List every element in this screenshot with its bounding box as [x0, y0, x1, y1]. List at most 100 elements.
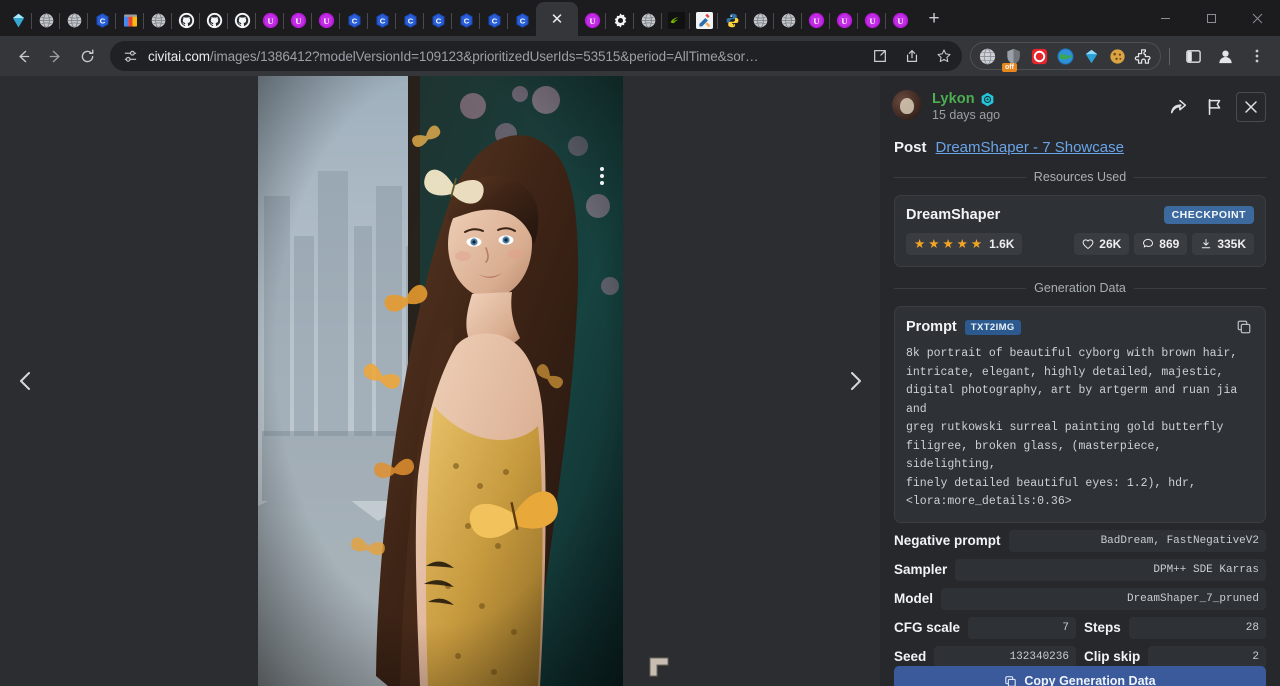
svg-text:U: U — [841, 15, 847, 25]
heart-icon — [1082, 238, 1094, 250]
clip-skip-label: Clip skip — [1084, 649, 1140, 664]
new-tab-button[interactable]: + — [920, 5, 948, 33]
globe-tab-6[interactable] — [774, 4, 802, 36]
timestamp: 15 days ago — [932, 108, 1154, 122]
cookie-extension-icon[interactable] — [1105, 44, 1130, 69]
divider-rule-left — [894, 177, 1026, 178]
civitai-tab-7[interactable]: C — [480, 4, 508, 36]
image-detail-sidebar: Lykon 15 days ago — [880, 76, 1280, 686]
resource-name[interactable]: DreamShaper — [906, 207, 1000, 223]
globe-extension-icon[interactable] — [975, 44, 1000, 69]
sampler-row: Sampler DPM++ SDE Karras — [880, 552, 1280, 581]
civitai-tab-2[interactable]: C — [340, 4, 368, 36]
globe-tab-2[interactable] — [60, 4, 88, 36]
copy-prompt-button[interactable] — [1234, 317, 1254, 337]
github-tab-1[interactable] — [172, 4, 200, 36]
previous-image-button[interactable] — [3, 358, 49, 404]
back-button[interactable] — [8, 41, 38, 71]
civitai-tab-3[interactable]: C — [368, 4, 396, 36]
model-row: Model DreamShaper_7_pruned — [880, 581, 1280, 610]
civitai-tab-4[interactable]: C — [396, 4, 424, 36]
civitai-tab-6[interactable]: C — [452, 4, 480, 36]
url-host: civitai.com — [148, 49, 210, 64]
civitai-tab-1[interactable]: C — [88, 4, 116, 36]
active-tab[interactable]: ✕ — [536, 2, 578, 36]
share-icon[interactable] — [1164, 92, 1194, 122]
copy-generation-data-button[interactable]: Copy Generation Data — [894, 666, 1266, 686]
u-tab-4[interactable]: U — [578, 4, 606, 36]
menu-dot-2 — [600, 174, 604, 178]
globe-tab-3[interactable] — [144, 4, 172, 36]
github-tab-2[interactable] — [200, 4, 228, 36]
username[interactable]: Lykon — [932, 91, 975, 107]
star-icon-3: ★ — [942, 238, 953, 251]
github-tab-3[interactable] — [228, 4, 256, 36]
u-tab-5[interactable]: U — [802, 4, 830, 36]
share-page-icon[interactable] — [900, 44, 924, 68]
browser-toolbar: civitai.com/images/1386412?modelVersionI… — [0, 36, 1280, 76]
globe-tab-4[interactable] — [634, 4, 662, 36]
side-panel-button[interactable] — [1178, 41, 1208, 71]
image-options-menu[interactable] — [590, 162, 614, 190]
model-value: DreamShaper_7_pruned — [941, 588, 1266, 610]
diamond-tab[interactable] — [4, 4, 32, 36]
corner-marker-icon — [648, 656, 670, 678]
profile-avatar-button[interactable] — [1210, 41, 1240, 71]
bookmark-star-icon[interactable] — [932, 44, 956, 68]
negative-prompt-value: BadDream, FastNegativeV2 — [1009, 530, 1266, 552]
globe-tab-1[interactable] — [32, 4, 60, 36]
store-tab[interactable] — [116, 4, 144, 36]
globe-tab-5[interactable] — [746, 4, 774, 36]
menu-dot-3 — [600, 181, 604, 185]
avatar[interactable] — [892, 90, 922, 120]
negative-prompt-label: Negative prompt — [894, 533, 1001, 548]
settings-tab[interactable] — [606, 4, 634, 36]
browser-window: CUUUCCCCCCC✕UUUUU + — [0, 0, 1280, 686]
paint-tab[interactable] — [690, 4, 718, 36]
civitai-tab-5[interactable]: C — [424, 4, 452, 36]
python-tab[interactable] — [718, 4, 746, 36]
civitai-tab-8[interactable]: C — [508, 4, 536, 36]
close-panel-button[interactable] — [1236, 92, 1266, 122]
reload-button[interactable] — [72, 41, 102, 71]
sampler-cell: Sampler DPM++ SDE Karras — [894, 559, 1266, 581]
gen-divider-right — [1134, 288, 1266, 289]
forward-button[interactable] — [40, 41, 70, 71]
resource-stats: ★ ★ ★ ★ ★ 1.6K 26K 86 — [906, 233, 1254, 255]
cfg-label: CFG scale — [894, 620, 960, 635]
svg-text:C: C — [379, 16, 385, 25]
resources-section-title: Resources Used — [1034, 170, 1126, 184]
close-window-button[interactable] — [1234, 0, 1280, 36]
menu-dot-1 — [600, 167, 604, 171]
generation-data-panel: Prompt TXT2IMG 8k portrait of beautiful … — [894, 306, 1266, 523]
puzzle-extensions-icon[interactable] — [1131, 44, 1156, 69]
install-app-icon[interactable] — [868, 44, 892, 68]
maximize-button[interactable] — [1188, 0, 1234, 36]
u-tab-6[interactable]: U — [830, 4, 858, 36]
chrome-menu-button[interactable] — [1242, 41, 1272, 71]
u-tab-8[interactable]: U — [886, 4, 914, 36]
diamond-extension-icon[interactable] — [1079, 44, 1104, 69]
downloads-counter: 335K — [1192, 233, 1254, 255]
u-tab-3[interactable]: U — [312, 4, 340, 36]
next-image-button[interactable] — [832, 358, 878, 404]
u-tab-2[interactable]: U — [284, 4, 312, 36]
adblock-off-extension-icon[interactable]: off — [1001, 44, 1026, 69]
site-settings-icon[interactable] — [120, 46, 140, 66]
u-tab-1[interactable]: U — [256, 4, 284, 36]
record-extension-icon[interactable] — [1027, 44, 1052, 69]
resource-card[interactable]: DreamShaper CHECKPOINT ★ ★ ★ ★ ★ 1.6K — [894, 195, 1266, 267]
svg-text:C: C — [491, 16, 497, 25]
user-meta: Lykon 15 days ago — [932, 90, 1154, 122]
address-bar[interactable]: civitai.com/images/1386412?modelVersionI… — [110, 41, 962, 71]
flag-icon[interactable] — [1200, 92, 1230, 122]
generated-image[interactable] — [258, 76, 623, 686]
svg-text:U: U — [897, 15, 903, 25]
minimize-button[interactable] — [1142, 0, 1188, 36]
generation-section-header: Generation Data — [880, 267, 1280, 295]
post-link[interactable]: DreamShaper - 7 Showcase — [936, 139, 1124, 156]
copy-generation-data-label: Copy Generation Data — [1024, 674, 1155, 686]
nvidia-tab[interactable] — [662, 4, 690, 36]
planet-extension-icon[interactable] — [1053, 44, 1078, 69]
u-tab-7[interactable]: U — [858, 4, 886, 36]
